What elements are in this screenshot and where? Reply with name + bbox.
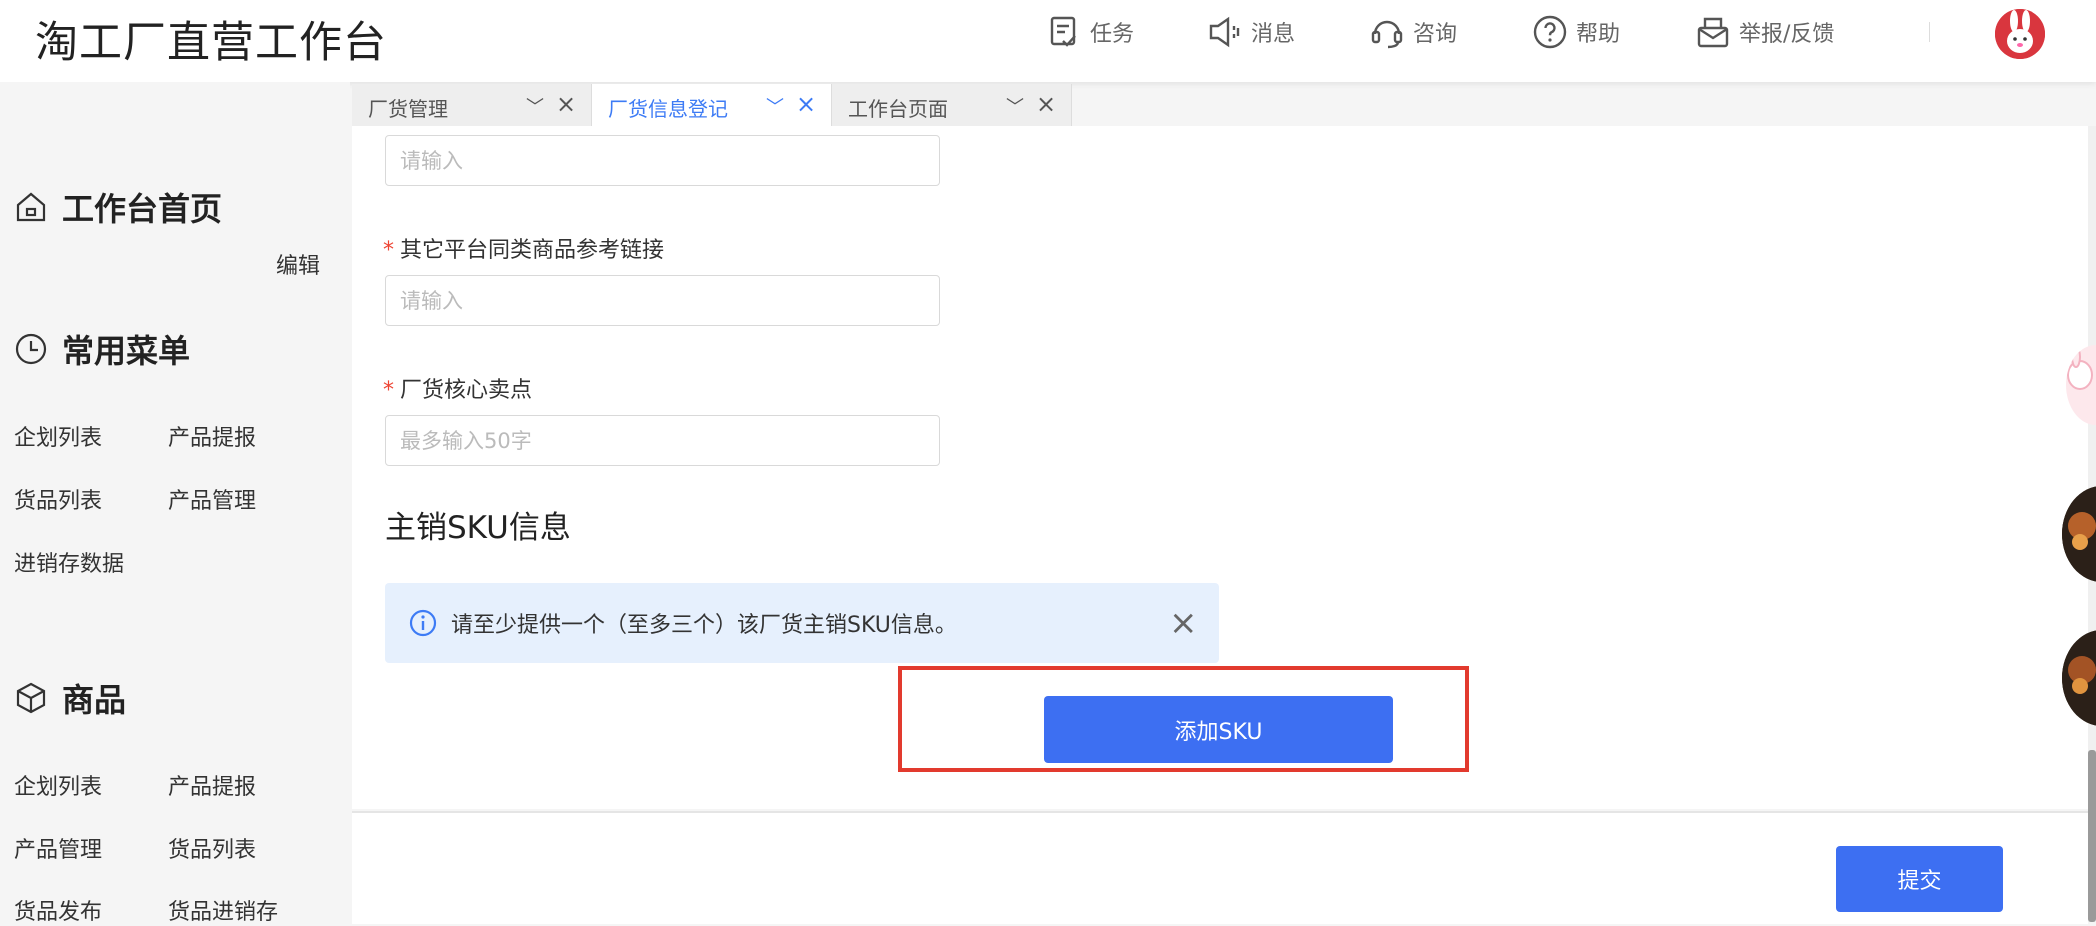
sidebar-item-product-manage[interactable]: 产品管理	[168, 483, 256, 515]
sidebar-home-label: 工作台首页	[62, 190, 223, 228]
sidebar-item-product-submit[interactable]: 产品提报	[168, 420, 256, 452]
sidebar-item-inventory-data[interactable]: 进销存数据	[14, 546, 124, 578]
nav-help-label: 帮助	[1576, 22, 1621, 47]
sidebar-item-product-manage-2[interactable]: 产品管理	[14, 832, 102, 864]
close-icon[interactable]: ×	[1036, 90, 1056, 118]
top-text-input[interactable]	[385, 135, 940, 186]
selling-point-label-text: 厂货核心卖点	[400, 378, 533, 403]
nav-help[interactable]: 帮助	[1532, 12, 1620, 52]
chevron-down-icon[interactable]: ﹀	[526, 93, 544, 119]
headset-icon	[1371, 20, 1403, 49]
sku-alert-text: 请至少提供一个（至多三个）该厂货主销SKU信息。	[451, 613, 957, 638]
close-icon[interactable]: ×	[796, 90, 816, 118]
header-divider	[1929, 22, 1930, 42]
top-header: 淘工厂直营工作台 任务 消息 咨询 帮助 举报/反馈	[0, 0, 2096, 82]
app-title: 淘工厂直营工作台	[35, 18, 387, 68]
sidebar-goods-heading: 商品	[14, 675, 126, 721]
task-icon	[1050, 16, 1076, 47]
tab-workbench-page[interactable]: 工作台页面 ﹀ ×	[832, 84, 1072, 126]
nav-messages-label: 消息	[1251, 22, 1296, 47]
report-icon	[1697, 17, 1729, 48]
info-icon	[409, 609, 437, 637]
add-sku-button[interactable]: 添加SKU	[1044, 696, 1393, 763]
nav-report-label: 举报/反馈	[1739, 22, 1835, 47]
tab-bar: 厂货管理 ﹀ × 厂货信息登记 ﹀ × 工作台页面 ﹀ ×	[352, 84, 1072, 126]
sidebar-common-menu-heading: 常用菜单	[14, 326, 190, 372]
tab-label: 厂货管理	[368, 97, 448, 121]
sidebar-item-product-submit-2[interactable]: 产品提报	[168, 769, 256, 801]
selling-point-input[interactable]	[385, 415, 940, 466]
form-footer	[352, 811, 2088, 924]
required-mark: *	[383, 378, 394, 403]
nav-report[interactable]: 举报/反馈	[1695, 12, 1834, 52]
tab-goods-manage[interactable]: 厂货管理 ﹀ ×	[352, 84, 592, 126]
clock-icon	[15, 333, 47, 365]
home-icon	[16, 192, 46, 222]
reference-link-label: * 其它平台同类商品参考链接	[383, 232, 664, 264]
speaker-icon	[1209, 16, 1240, 48]
close-icon[interactable]: ×	[1169, 603, 1198, 643]
rabbit-avatar-icon	[1995, 9, 2045, 59]
required-mark: *	[383, 238, 394, 263]
avatar[interactable]	[1995, 9, 2045, 59]
tab-label: 厂货信息登记	[608, 97, 728, 121]
nav-consult-label: 咨询	[1413, 22, 1458, 47]
sidebar-item-goods-list-2[interactable]: 货品列表	[168, 832, 256, 864]
sidebar-item-home[interactable]: 工作台首页	[14, 184, 222, 230]
submit-button[interactable]: 提交	[1836, 846, 2003, 912]
chevron-down-icon[interactable]: ﹀	[766, 93, 784, 119]
sidebar-item-plan-list[interactable]: 企划列表	[14, 420, 102, 452]
nav-task[interactable]: 任务	[1046, 12, 1134, 52]
close-icon[interactable]: ×	[556, 90, 576, 118]
help-icon	[1533, 15, 1567, 49]
sidebar-item-plan-list-2[interactable]: 企划列表	[14, 769, 102, 801]
reference-link-label-text: 其它平台同类商品参考链接	[400, 238, 665, 263]
selling-point-label: * 厂货核心卖点	[383, 372, 532, 404]
sidebar-item-goods-publish[interactable]: 货品发布	[14, 894, 102, 926]
nav-consult[interactable]: 咨询	[1369, 12, 1457, 52]
reference-link-input[interactable]	[385, 275, 940, 326]
sku-info-alert: 请至少提供一个（至多三个）该厂货主销SKU信息。 ×	[385, 583, 1219, 663]
nav-task-label: 任务	[1090, 22, 1135, 47]
tab-label: 工作台页面	[848, 97, 948, 121]
scrollbar-thumb[interactable]	[2088, 750, 2096, 922]
cube-icon	[16, 682, 46, 714]
nav-messages[interactable]: 消息	[1207, 12, 1295, 52]
tab-goods-info-register[interactable]: 厂货信息登记 ﹀ ×	[592, 84, 832, 126]
sku-section-title: 主销SKU信息	[385, 510, 571, 546]
sidebar-goods-label: 商品	[62, 681, 127, 719]
sidebar-edit-link[interactable]: 编辑	[276, 248, 320, 280]
sidebar-item-goods-list[interactable]: 货品列表	[14, 483, 102, 515]
sidebar-item-goods-inventory[interactable]: 货品进销存	[168, 894, 278, 926]
sidebar-common-menu-label: 常用菜单	[62, 332, 191, 370]
chevron-down-icon[interactable]: ﹀	[1006, 93, 1024, 119]
